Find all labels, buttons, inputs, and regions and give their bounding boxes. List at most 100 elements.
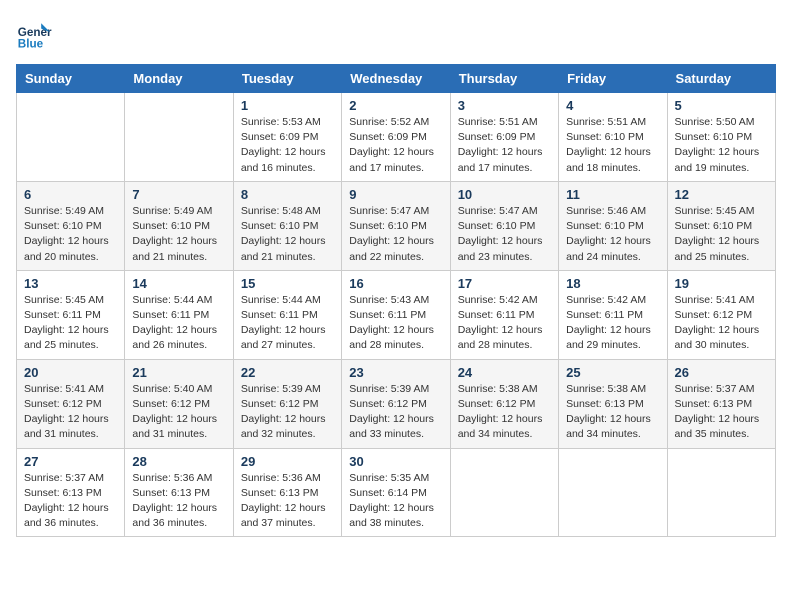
logo: General Blue [16,16,56,52]
calendar-cell: 11 Sunrise: 5:46 AM Sunset: 6:10 PM Dayli… [559,181,667,270]
logo-icon: General Blue [16,16,52,52]
day-number: 3 [458,98,551,113]
day-detail: Sunrise: 5:49 AM Sunset: 6:10 PM Dayligh… [24,204,117,265]
calendar-cell: 18Sunrise: 5:42 AM Sunset: 6:11 PM Dayli… [559,270,667,359]
day-number: 30 [349,454,442,469]
calendar-cell: 10 Sunrise: 5:47 AM Sunset: 6:10 PM Dayli… [450,181,558,270]
calendar-cell: 22 Sunrise: 5:39 AM Sunset: 6:12 PM Dayli… [233,359,341,448]
calendar-week-row: 20 Sunrise: 5:41 AM Sunset: 6:12 PM Dayli… [17,359,776,448]
day-number: 24 [458,365,551,380]
calendar-week-row: 27Sunrise: 5:37 AM Sunset: 6:13 PM Dayli… [17,448,776,537]
day-number: 6 [24,187,117,202]
weekday-header: Sunday [17,65,125,93]
day-detail: Sunrise: 5:44 AM Sunset: 6:11 PM Dayligh… [241,293,334,354]
day-number: 1 [241,98,334,113]
calendar-cell: 7 Sunrise: 5:49 AM Sunset: 6:10 PM Daylig… [125,181,233,270]
day-detail: Sunrise: 5:47 AM Sunset: 6:10 PM Dayligh… [349,204,442,265]
weekday-header: Friday [559,65,667,93]
day-number: 21 [132,365,225,380]
day-detail: Sunrise: 5:38 AM Sunset: 6:12 PM Dayligh… [458,382,551,443]
day-detail: Sunrise: 5:40 AM Sunset: 6:12 PM Dayligh… [132,382,225,443]
day-detail: Sunrise: 5:37 AM Sunset: 6:13 PM Dayligh… [24,471,117,532]
day-detail: Sunrise: 5:37 AM Sunset: 6:13 PM Dayligh… [675,382,768,443]
calendar-table: SundayMondayTuesdayWednesdayThursdayFrid… [16,64,776,537]
day-detail: Sunrise: 5:43 AM Sunset: 6:11 PM Dayligh… [349,293,442,354]
weekday-header-row: SundayMondayTuesdayWednesdayThursdayFrid… [17,65,776,93]
day-number: 13 [24,276,117,291]
day-number: 7 [132,187,225,202]
svg-text:Blue: Blue [18,38,44,51]
calendar-cell: 5Sunrise: 5:50 AM Sunset: 6:10 PM Daylig… [667,93,775,182]
day-number: 15 [241,276,334,291]
calendar-cell [559,448,667,537]
calendar-cell [125,93,233,182]
calendar-cell: 17Sunrise: 5:42 AM Sunset: 6:11 PM Dayli… [450,270,558,359]
calendar-cell: 26 Sunrise: 5:37 AM Sunset: 6:13 PM Dayli… [667,359,775,448]
calendar-cell: 2Sunrise: 5:52 AM Sunset: 6:09 PM Daylig… [342,93,450,182]
day-detail: Sunrise: 5:46 AM Sunset: 6:10 PM Dayligh… [566,204,659,265]
day-detail: Sunrise: 5:39 AM Sunset: 6:12 PM Dayligh… [241,382,334,443]
calendar-cell: 14 Sunrise: 5:44 AM Sunset: 6:11 PM Dayli… [125,270,233,359]
day-number: 26 [675,365,768,380]
day-detail: Sunrise: 5:44 AM Sunset: 6:11 PM Dayligh… [132,293,225,354]
calendar-week-row: 13 Sunrise: 5:45 AM Sunset: 6:11 PM Dayli… [17,270,776,359]
day-number: 8 [241,187,334,202]
calendar-header: SundayMondayTuesdayWednesdayThursdayFrid… [17,65,776,93]
day-number: 28 [132,454,225,469]
day-number: 22 [241,365,334,380]
day-detail: Sunrise: 5:51 AM Sunset: 6:10 PM Dayligh… [566,115,659,176]
day-number: 11 [566,187,659,202]
day-detail: Sunrise: 5:49 AM Sunset: 6:10 PM Dayligh… [132,204,225,265]
day-detail: Sunrise: 5:35 AM Sunset: 6:14 PM Dayligh… [349,471,442,532]
day-detail: Sunrise: 5:50 AM Sunset: 6:10 PM Dayligh… [675,115,768,176]
day-detail: Sunrise: 5:39 AM Sunset: 6:12 PM Dayligh… [349,382,442,443]
calendar-cell: 21 Sunrise: 5:40 AM Sunset: 6:12 PM Dayli… [125,359,233,448]
page-header: General Blue [16,16,776,52]
day-detail: Sunrise: 5:45 AM Sunset: 6:11 PM Dayligh… [24,293,117,354]
calendar-cell: 3 Sunrise: 5:51 AM Sunset: 6:09 PM Daylig… [450,93,558,182]
day-detail: Sunrise: 5:41 AM Sunset: 6:12 PM Dayligh… [675,293,768,354]
calendar-cell: 6 Sunrise: 5:49 AM Sunset: 6:10 PM Daylig… [17,181,125,270]
day-detail: Sunrise: 5:38 AM Sunset: 6:13 PM Dayligh… [566,382,659,443]
calendar-week-row: 6 Sunrise: 5:49 AM Sunset: 6:10 PM Daylig… [17,181,776,270]
calendar-cell: 12 Sunrise: 5:45 AM Sunset: 6:10 PM Dayli… [667,181,775,270]
weekday-header: Monday [125,65,233,93]
calendar-body: 1Sunrise: 5:53 AM Sunset: 6:09 PM Daylig… [17,93,776,537]
day-number: 25 [566,365,659,380]
calendar-cell [450,448,558,537]
calendar-cell: 27Sunrise: 5:37 AM Sunset: 6:13 PM Dayli… [17,448,125,537]
day-number: 20 [24,365,117,380]
day-number: 23 [349,365,442,380]
day-number: 14 [132,276,225,291]
calendar-cell: 13 Sunrise: 5:45 AM Sunset: 6:11 PM Dayli… [17,270,125,359]
day-detail: Sunrise: 5:41 AM Sunset: 6:12 PM Dayligh… [24,382,117,443]
day-number: 10 [458,187,551,202]
day-number: 18 [566,276,659,291]
day-detail: Sunrise: 5:36 AM Sunset: 6:13 PM Dayligh… [132,471,225,532]
weekday-header: Thursday [450,65,558,93]
calendar-cell: 20 Sunrise: 5:41 AM Sunset: 6:12 PM Dayli… [17,359,125,448]
day-detail: Sunrise: 5:48 AM Sunset: 6:10 PM Dayligh… [241,204,334,265]
weekday-header: Wednesday [342,65,450,93]
calendar-cell: 19Sunrise: 5:41 AM Sunset: 6:12 PM Dayli… [667,270,775,359]
calendar-cell: 16 Sunrise: 5:43 AM Sunset: 6:11 PM Dayli… [342,270,450,359]
calendar-cell [667,448,775,537]
day-number: 16 [349,276,442,291]
calendar-cell: 8 Sunrise: 5:48 AM Sunset: 6:10 PM Daylig… [233,181,341,270]
calendar-cell: 15 Sunrise: 5:44 AM Sunset: 6:11 PM Dayli… [233,270,341,359]
day-number: 9 [349,187,442,202]
day-detail: Sunrise: 5:36 AM Sunset: 6:13 PM Dayligh… [241,471,334,532]
day-number: 29 [241,454,334,469]
calendar-week-row: 1Sunrise: 5:53 AM Sunset: 6:09 PM Daylig… [17,93,776,182]
calendar-cell: 28 Sunrise: 5:36 AM Sunset: 6:13 PM Dayli… [125,448,233,537]
day-detail: Sunrise: 5:51 AM Sunset: 6:09 PM Dayligh… [458,115,551,176]
day-number: 12 [675,187,768,202]
calendar-cell: 24 Sunrise: 5:38 AM Sunset: 6:12 PM Dayli… [450,359,558,448]
day-detail: Sunrise: 5:42 AM Sunset: 6:11 PM Dayligh… [458,293,551,354]
calendar-cell: 30 Sunrise: 5:35 AM Sunset: 6:14 PM Dayli… [342,448,450,537]
day-detail: Sunrise: 5:47 AM Sunset: 6:10 PM Dayligh… [458,204,551,265]
weekday-header: Saturday [667,65,775,93]
calendar-cell: 29 Sunrise: 5:36 AM Sunset: 6:13 PM Dayli… [233,448,341,537]
day-detail: Sunrise: 5:45 AM Sunset: 6:10 PM Dayligh… [675,204,768,265]
calendar-cell: 1Sunrise: 5:53 AM Sunset: 6:09 PM Daylig… [233,93,341,182]
